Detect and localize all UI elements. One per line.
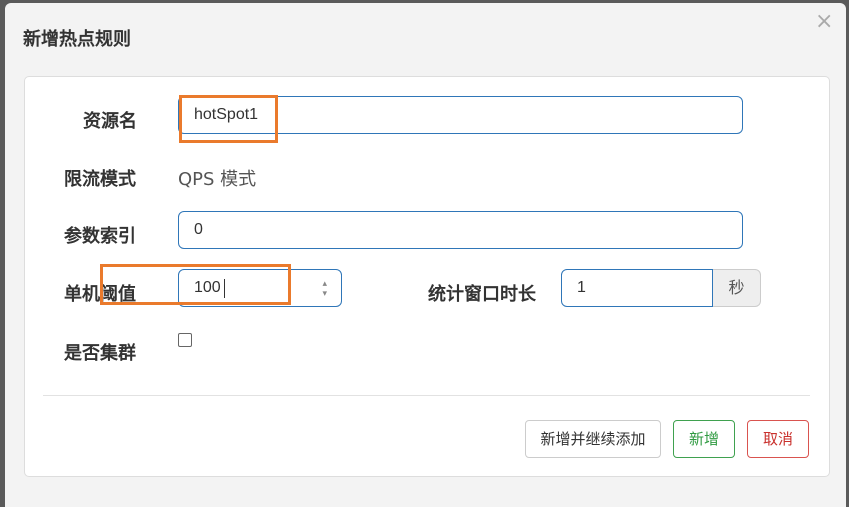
number-spinner-icon[interactable]: ▴ ▾ (322, 278, 327, 298)
threshold-label: 单机阈值 (64, 284, 136, 305)
stat-window-value: 1 (577, 279, 586, 296)
resource-name-label: 资源名 (83, 111, 137, 132)
text-caret (224, 279, 225, 298)
param-index-input[interactable]: 0 (178, 211, 743, 249)
stat-window-label: 统计窗口时长 (428, 284, 536, 305)
flow-mode-value: QPS 模式 (178, 169, 257, 190)
rule-form-panel: 资源名 hotSpot1 限流模式 QPS 模式 参数索引 0 单机阈值 100… (24, 76, 830, 477)
cancel-button[interactable]: 取消 (747, 420, 809, 458)
flow-mode-label: 限流模式 (64, 169, 136, 190)
add-hotspot-rule-dialog: 新增热点规则 × 资源名 hotSpot1 限流模式 QPS 模式 参数索引 0… (5, 3, 846, 507)
dialog-title: 新增热点规则 (23, 29, 131, 50)
resource-name-value: hotSpot1 (194, 106, 259, 123)
stat-window-unit: 秒 (713, 269, 761, 307)
footer-divider (43, 395, 810, 396)
resource-name-input[interactable]: hotSpot1 (178, 96, 743, 134)
stat-window-input[interactable]: 1 (561, 269, 713, 307)
close-icon[interactable]: × (815, 11, 833, 33)
threshold-value: 100 (194, 279, 221, 296)
cluster-checkbox[interactable] (178, 333, 192, 347)
param-index-value: 0 (194, 221, 203, 238)
cluster-label: 是否集群 (64, 343, 136, 364)
param-index-label: 参数索引 (64, 226, 136, 247)
threshold-number-input[interactable]: 100 ▴ ▾ (178, 269, 342, 307)
add-and-continue-button[interactable]: 新增并继续添加 (525, 420, 661, 458)
add-button[interactable]: 新增 (673, 420, 735, 458)
